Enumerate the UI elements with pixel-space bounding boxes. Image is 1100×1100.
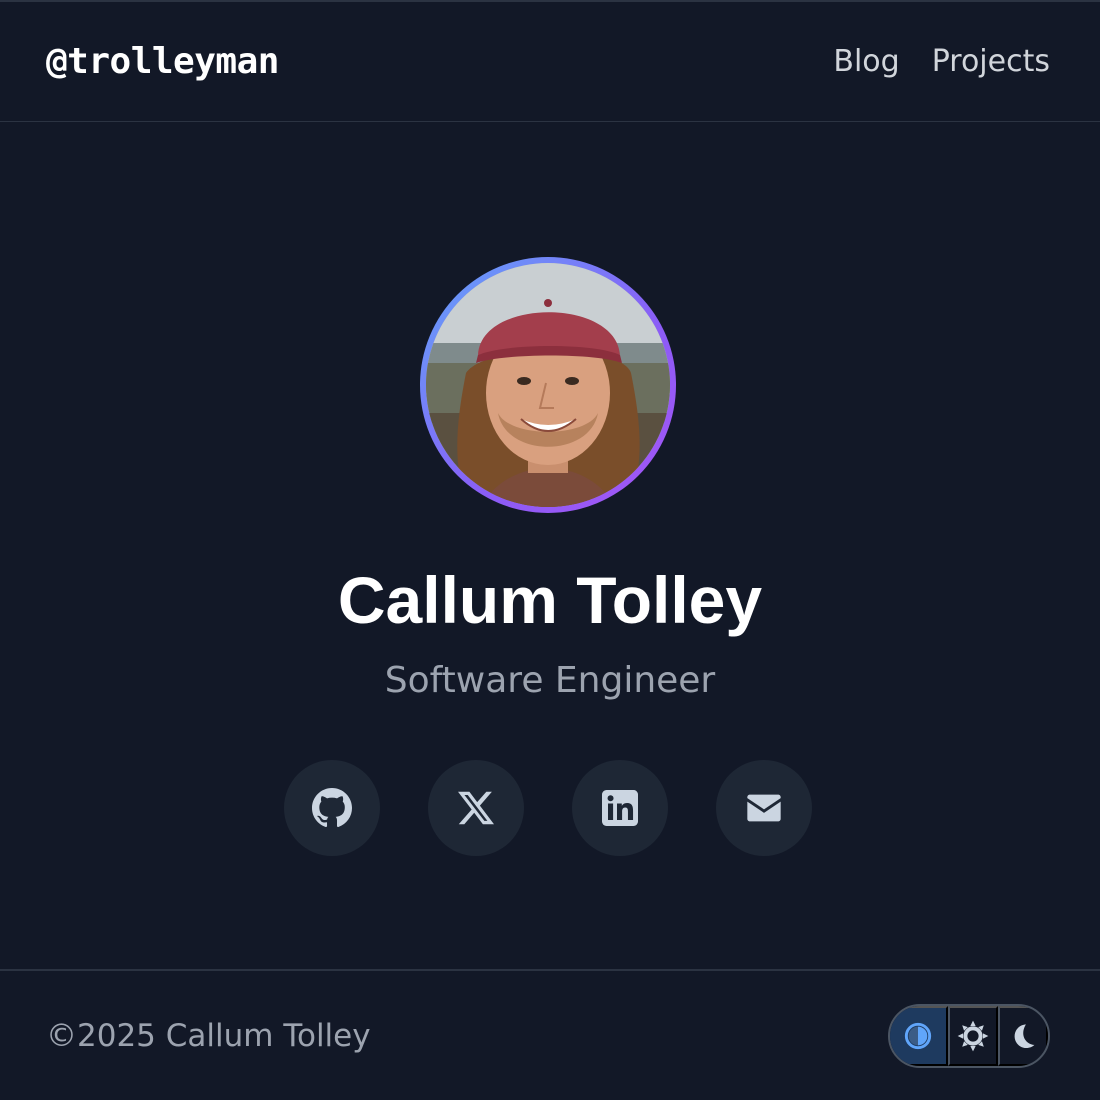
theme-switcher xyxy=(888,1003,1050,1068)
linkedin-icon xyxy=(602,790,638,826)
x-link[interactable] xyxy=(428,760,524,856)
moon-icon xyxy=(1014,1023,1035,1048)
main-nav: Blog Projects xyxy=(833,44,1050,79)
nav-link-projects[interactable]: Projects xyxy=(932,44,1050,79)
social-links xyxy=(284,760,812,856)
site-header: @trolleyman Blog Projects xyxy=(0,2,1100,122)
main-content: Callum Tolley Software Engineer xyxy=(0,122,1100,968)
profile-role: Software Engineer xyxy=(384,660,716,701)
nav-link-blog[interactable]: Blog xyxy=(833,44,899,79)
x-icon xyxy=(458,791,494,825)
github-icon xyxy=(312,788,352,828)
mail-icon xyxy=(747,794,781,822)
site-brand-link[interactable]: @trolleyman xyxy=(46,41,279,82)
github-link[interactable] xyxy=(284,760,380,856)
auto-theme-icon xyxy=(904,1022,932,1049)
copyright-text: ©2025 Callum Tolley xyxy=(46,1017,371,1054)
theme-auto-button[interactable] xyxy=(890,1005,948,1066)
theme-dark-button[interactable] xyxy=(998,1005,1048,1066)
site-footer: ©2025 Callum Tolley xyxy=(0,969,1100,1100)
page: @trolleyman Blog Projects Callum Tolley … xyxy=(0,0,1100,1100)
linkedin-link[interactable] xyxy=(572,760,668,856)
email-link[interactable] xyxy=(716,760,812,856)
sun-icon xyxy=(957,1020,989,1051)
profile-photo xyxy=(426,263,670,507)
avatar-ring xyxy=(420,257,676,513)
avatar xyxy=(426,263,670,507)
profile-name: Callum Tolley xyxy=(337,563,763,637)
theme-light-button[interactable] xyxy=(948,1005,998,1066)
